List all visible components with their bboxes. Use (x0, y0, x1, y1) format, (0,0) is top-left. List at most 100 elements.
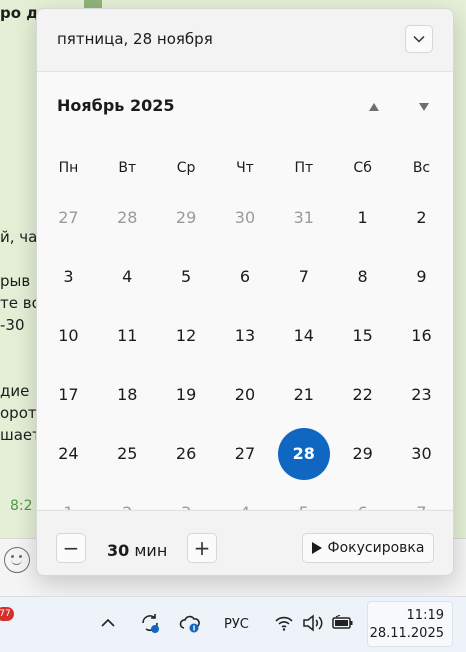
day-number: 29 (352, 444, 373, 463)
calendar-day[interactable]: 18 (98, 365, 157, 424)
focus-duration: 30 мин (107, 541, 167, 560)
day-number: 16 (411, 326, 432, 345)
input-language-indicator[interactable]: РУС (224, 617, 249, 632)
chat-text-fragment: -30 (0, 316, 25, 334)
calendar-day[interactable]: 5 (157, 247, 216, 306)
volume-icon (303, 614, 323, 632)
clock-date: 28.11.2025 (369, 626, 444, 641)
calendar-day[interactable]: 25 (98, 424, 157, 483)
calendar-day-today[interactable]: 28 (274, 424, 333, 483)
network-button[interactable] (274, 611, 294, 635)
day-number: 4 (122, 267, 133, 286)
day-number: 29 (175, 208, 197, 227)
calendar-day[interactable]: 8 (333, 247, 392, 306)
day-number: 30 (411, 444, 432, 463)
day-number: 9 (416, 267, 427, 286)
calendar-day[interactable]: 21 (274, 365, 333, 424)
day-number: 12 (175, 326, 197, 345)
weekday-label: Пн (58, 160, 79, 176)
calendar-day[interactable]: 13 (216, 306, 275, 365)
show-hidden-icons-button[interactable] (100, 611, 116, 635)
month-year-label[interactable]: Ноябрь 2025 (57, 96, 175, 115)
day-number: 24 (58, 444, 79, 463)
day-number: 28 (117, 208, 138, 227)
focus-button-label: Фокусировка (327, 540, 425, 556)
calendar-day[interactable]: 11 (98, 306, 157, 365)
taskbar: 77 РУС 11:19 28.11.2025 (0, 596, 466, 652)
calendar-day[interactable]: 2 (392, 188, 451, 247)
calendar-week-row: 24 25 26 27 28 29 30 (39, 424, 451, 483)
chevron-down-icon (413, 35, 425, 43)
clock-button[interactable]: 11:19 28.11.2025 (367, 601, 453, 647)
day-number: 21 (293, 385, 314, 404)
collapse-calendar-button[interactable] (405, 25, 433, 53)
calendar-day[interactable]: 6 (216, 247, 275, 306)
calendar-day[interactable]: 27 (216, 424, 275, 483)
calendar-day[interactable]: 17 (39, 365, 98, 424)
chat-text-fragment: рыв (0, 272, 31, 290)
calendar-day[interactable]: 19 (157, 365, 216, 424)
day-number: 2 (416, 208, 427, 227)
calendar-day[interactable]: 14 (274, 306, 333, 365)
sync-icon (142, 614, 159, 633)
background-accent-strip (84, 0, 102, 8)
volume-button[interactable] (302, 611, 324, 635)
calendar-week-row: 27 28 29 30 31 1 2 (39, 188, 451, 247)
cloud-tray-button[interactable] (178, 611, 202, 635)
weekday-label: Вт (118, 160, 137, 176)
chat-text-fragment: й, ча (0, 228, 38, 246)
calendar-day[interactable]: 26 (157, 424, 216, 483)
calendar-day[interactable]: 4 (98, 247, 157, 306)
chat-text-fragment: шает (0, 426, 41, 444)
cloud-icon (179, 615, 200, 633)
calendar-day[interactable]: 31 (274, 188, 333, 247)
weekday-label: Чт (236, 160, 254, 176)
calendar-day[interactable]: 9 (392, 247, 451, 306)
calendar-day[interactable]: 1 (333, 188, 392, 247)
calendar-header: пятница, 28 ноября (37, 9, 453, 72)
calendar-day[interactable]: 27 (39, 188, 98, 247)
calendar-day[interactable]: 20 (216, 365, 275, 424)
previous-month-button[interactable] (363, 96, 385, 118)
day-number: 10 (58, 326, 79, 345)
triangle-up-icon (369, 103, 379, 111)
calendar-day[interactable]: 29 (157, 188, 216, 247)
calendar-day[interactable]: 10 (39, 306, 98, 365)
decrease-minutes-button[interactable]: − (56, 533, 86, 563)
day-number: 5 (181, 267, 192, 286)
start-focus-button[interactable]: Фокусировка (302, 533, 434, 563)
calendar-day[interactable]: 15 (333, 306, 392, 365)
notification-badge: 77 (0, 607, 14, 621)
focus-session-bar: − 30 мин + Фокусировка (37, 510, 453, 575)
calendar-day[interactable]: 24 (39, 424, 98, 483)
calendar-day[interactable]: 7 (274, 247, 333, 306)
day-number: 15 (352, 326, 373, 345)
weekday-label: Сб (353, 160, 372, 176)
calendar-day[interactable]: 29 (333, 424, 392, 483)
day-number: 30 (234, 208, 256, 227)
calendar-day[interactable]: 3 (39, 247, 98, 306)
day-number: 13 (234, 326, 256, 345)
calendar-day[interactable]: 22 (333, 365, 392, 424)
day-number: 18 (117, 385, 138, 404)
day-number: 6 (239, 267, 251, 286)
next-month-button[interactable] (413, 96, 435, 118)
emoji-icon[interactable] (4, 547, 30, 573)
calendar-day[interactable]: 23 (392, 365, 451, 424)
calendar-day[interactable]: 12 (157, 306, 216, 365)
calendar-day[interactable]: 30 (216, 188, 275, 247)
calendar-body: Ноябрь 2025 Пн Вт Ср Чт Пт Сб Вс 27 28 29 30 31 1 2 3 4… (37, 72, 453, 522)
full-date-label: пятница, 28 ноября (57, 30, 213, 48)
calendar-day[interactable]: 16 (392, 306, 451, 365)
weekday-label: Пт (294, 160, 314, 176)
play-icon (311, 542, 322, 554)
sync-tray-button[interactable] (138, 611, 162, 635)
day-number: 1 (357, 208, 368, 227)
calendar-day[interactable]: 30 (392, 424, 451, 483)
battery-button[interactable] (332, 611, 354, 635)
wifi-icon (275, 616, 293, 631)
day-number: 20 (234, 385, 256, 404)
increase-minutes-button[interactable]: + (187, 533, 217, 563)
calendar-day[interactable]: 28 (98, 188, 157, 247)
minutes-value: 30 (107, 541, 130, 560)
